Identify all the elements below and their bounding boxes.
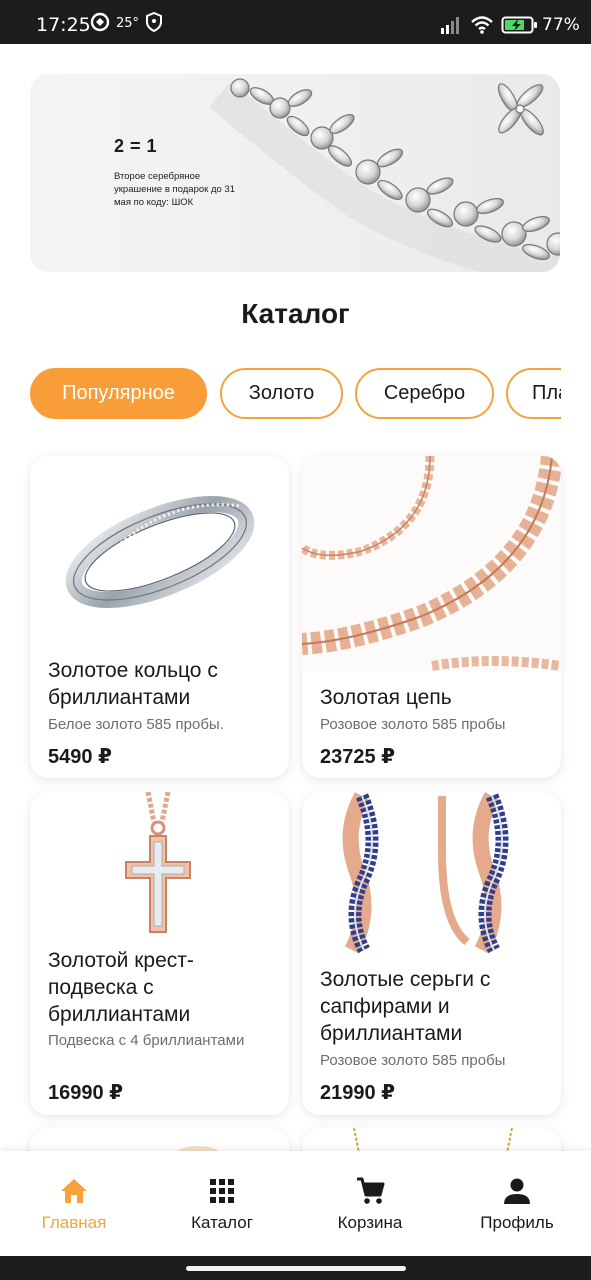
shield-icon (146, 12, 162, 32)
nav-cart[interactable]: Корзина (296, 1151, 444, 1256)
product-name: Золотое кольцо с бриллиантами (48, 659, 218, 709)
product-name: Золотые серьги с сапфирами и бриллиантам… (320, 968, 491, 1045)
product-price: 5490 ₽ (48, 746, 112, 768)
status-bar: 17:25 25° 77% (0, 0, 591, 44)
signal-icon (441, 17, 459, 34)
nav-profile[interactable]: Профиль (443, 1151, 591, 1256)
chain-image (302, 456, 561, 672)
nav-catalog-label: Каталог (191, 1213, 253, 1232)
earrings-image (342, 792, 509, 954)
grid-icon (210, 1179, 234, 1203)
battery-percent: 77% (542, 15, 580, 35)
nav-catalog[interactable]: Каталог (148, 1151, 296, 1256)
home-indicator[interactable] (186, 1266, 406, 1271)
product-name: Золотой крест-подвеска с бриллиантами (48, 949, 194, 1026)
product-price: 21990 ₽ (320, 1082, 396, 1104)
nav-cart-label: Корзина (337, 1213, 403, 1232)
home-icon (61, 1179, 87, 1203)
chip-platinum[interactable]: Пла (506, 368, 561, 419)
nav-profile-label: Профиль (480, 1213, 554, 1232)
person-icon (504, 1178, 530, 1204)
ring-image (65, 496, 255, 608)
product-price: 23725 ₽ (320, 746, 396, 768)
chip-popular[interactable]: Популярное (30, 368, 207, 419)
product-description: Розовое золото 585 пробы (320, 1052, 506, 1069)
chip-gold[interactable]: Золото (220, 368, 343, 419)
banner-title: 2 = 1 (114, 136, 158, 156)
nav-home-label: Главная (41, 1213, 107, 1232)
product-card-chain[interactable]: Золотая цепь Розовое золото 585 пробы 23… (302, 456, 561, 778)
status-temperature: 25° (116, 16, 140, 31)
wifi-icon (471, 16, 493, 34)
sync-icon (90, 12, 110, 32)
page-title: Каталог (241, 298, 350, 329)
promo-banner[interactable]: 2 = 1 Второе серебряное украшение в пода… (30, 74, 560, 272)
product-description: Белое золото 585 пробы. (48, 716, 224, 733)
category-chips: Популярное Золото Серебро Пла (30, 368, 561, 420)
product-description: Подвеска с 4 бриллиантами (48, 1032, 245, 1049)
product-price: 16990 ₽ (48, 1082, 124, 1104)
chip-silver[interactable]: Серебро (355, 368, 494, 419)
product-card-cross[interactable]: Золотой крест-подвеска с бриллиантами По… (30, 792, 289, 1115)
product-card-ring[interactable]: Золотое кольцо с бриллиантами Белое золо… (30, 456, 289, 778)
cart-icon (357, 1177, 385, 1204)
product-card-earrings[interactable]: Золотые серьги с сапфирами и бриллиантам… (302, 792, 561, 1115)
bottom-navigation: Главная Каталог Корзина Профиль (0, 1151, 591, 1256)
nav-home[interactable]: Главная (0, 1151, 148, 1256)
battery-icon (501, 16, 537, 34)
product-description: Розовое золото 585 пробы (320, 716, 506, 733)
status-time: 17:25 (36, 14, 91, 36)
product-name: Золотая цепь (320, 686, 452, 709)
jewelry-bracelet-image (208, 78, 560, 272)
system-navigation-bar (0, 1256, 591, 1280)
cross-image (125, 792, 191, 933)
banner-text: Второе серебряное украшение в подарок до… (114, 171, 235, 208)
